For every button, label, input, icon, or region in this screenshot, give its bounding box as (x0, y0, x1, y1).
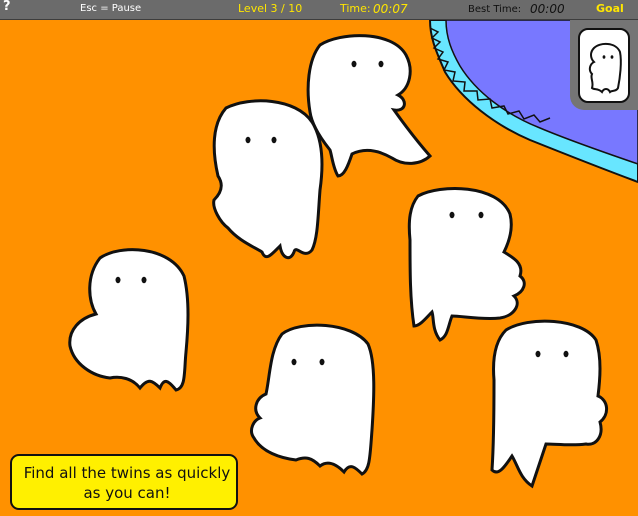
best-time-value: 00:00 (530, 2, 565, 16)
goal-preview (578, 28, 630, 103)
level-indicator: Level 3 / 10 (238, 2, 303, 15)
ghost-5[interactable] (250, 323, 376, 476)
ghost-4[interactable] (407, 187, 526, 342)
help-button[interactable]: ? (3, 0, 13, 14)
pause-hint: Esc = Pause (80, 3, 142, 14)
ghost-1[interactable] (306, 34, 433, 178)
time-value: 00:07 (373, 2, 408, 16)
game-scene (68, 20, 638, 489)
goal-label: Goal (596, 2, 624, 15)
ghost-6[interactable] (490, 319, 608, 489)
ghost-3[interactable] (68, 248, 190, 392)
hint-text: Find all the twins as quickly as you can… (23, 464, 231, 502)
ghost-2[interactable] (212, 99, 324, 260)
time-label: Time: (340, 2, 371, 15)
hint-box: Find all the twins as quickly as you can… (10, 454, 238, 510)
best-time-label: Best Time: (468, 4, 522, 15)
hud-bar: ? Esc = Pause Level 3 / 10 Time: 00:07 B… (0, 0, 638, 20)
goal-ghost-icon (588, 42, 622, 94)
goal-card (570, 20, 638, 110)
